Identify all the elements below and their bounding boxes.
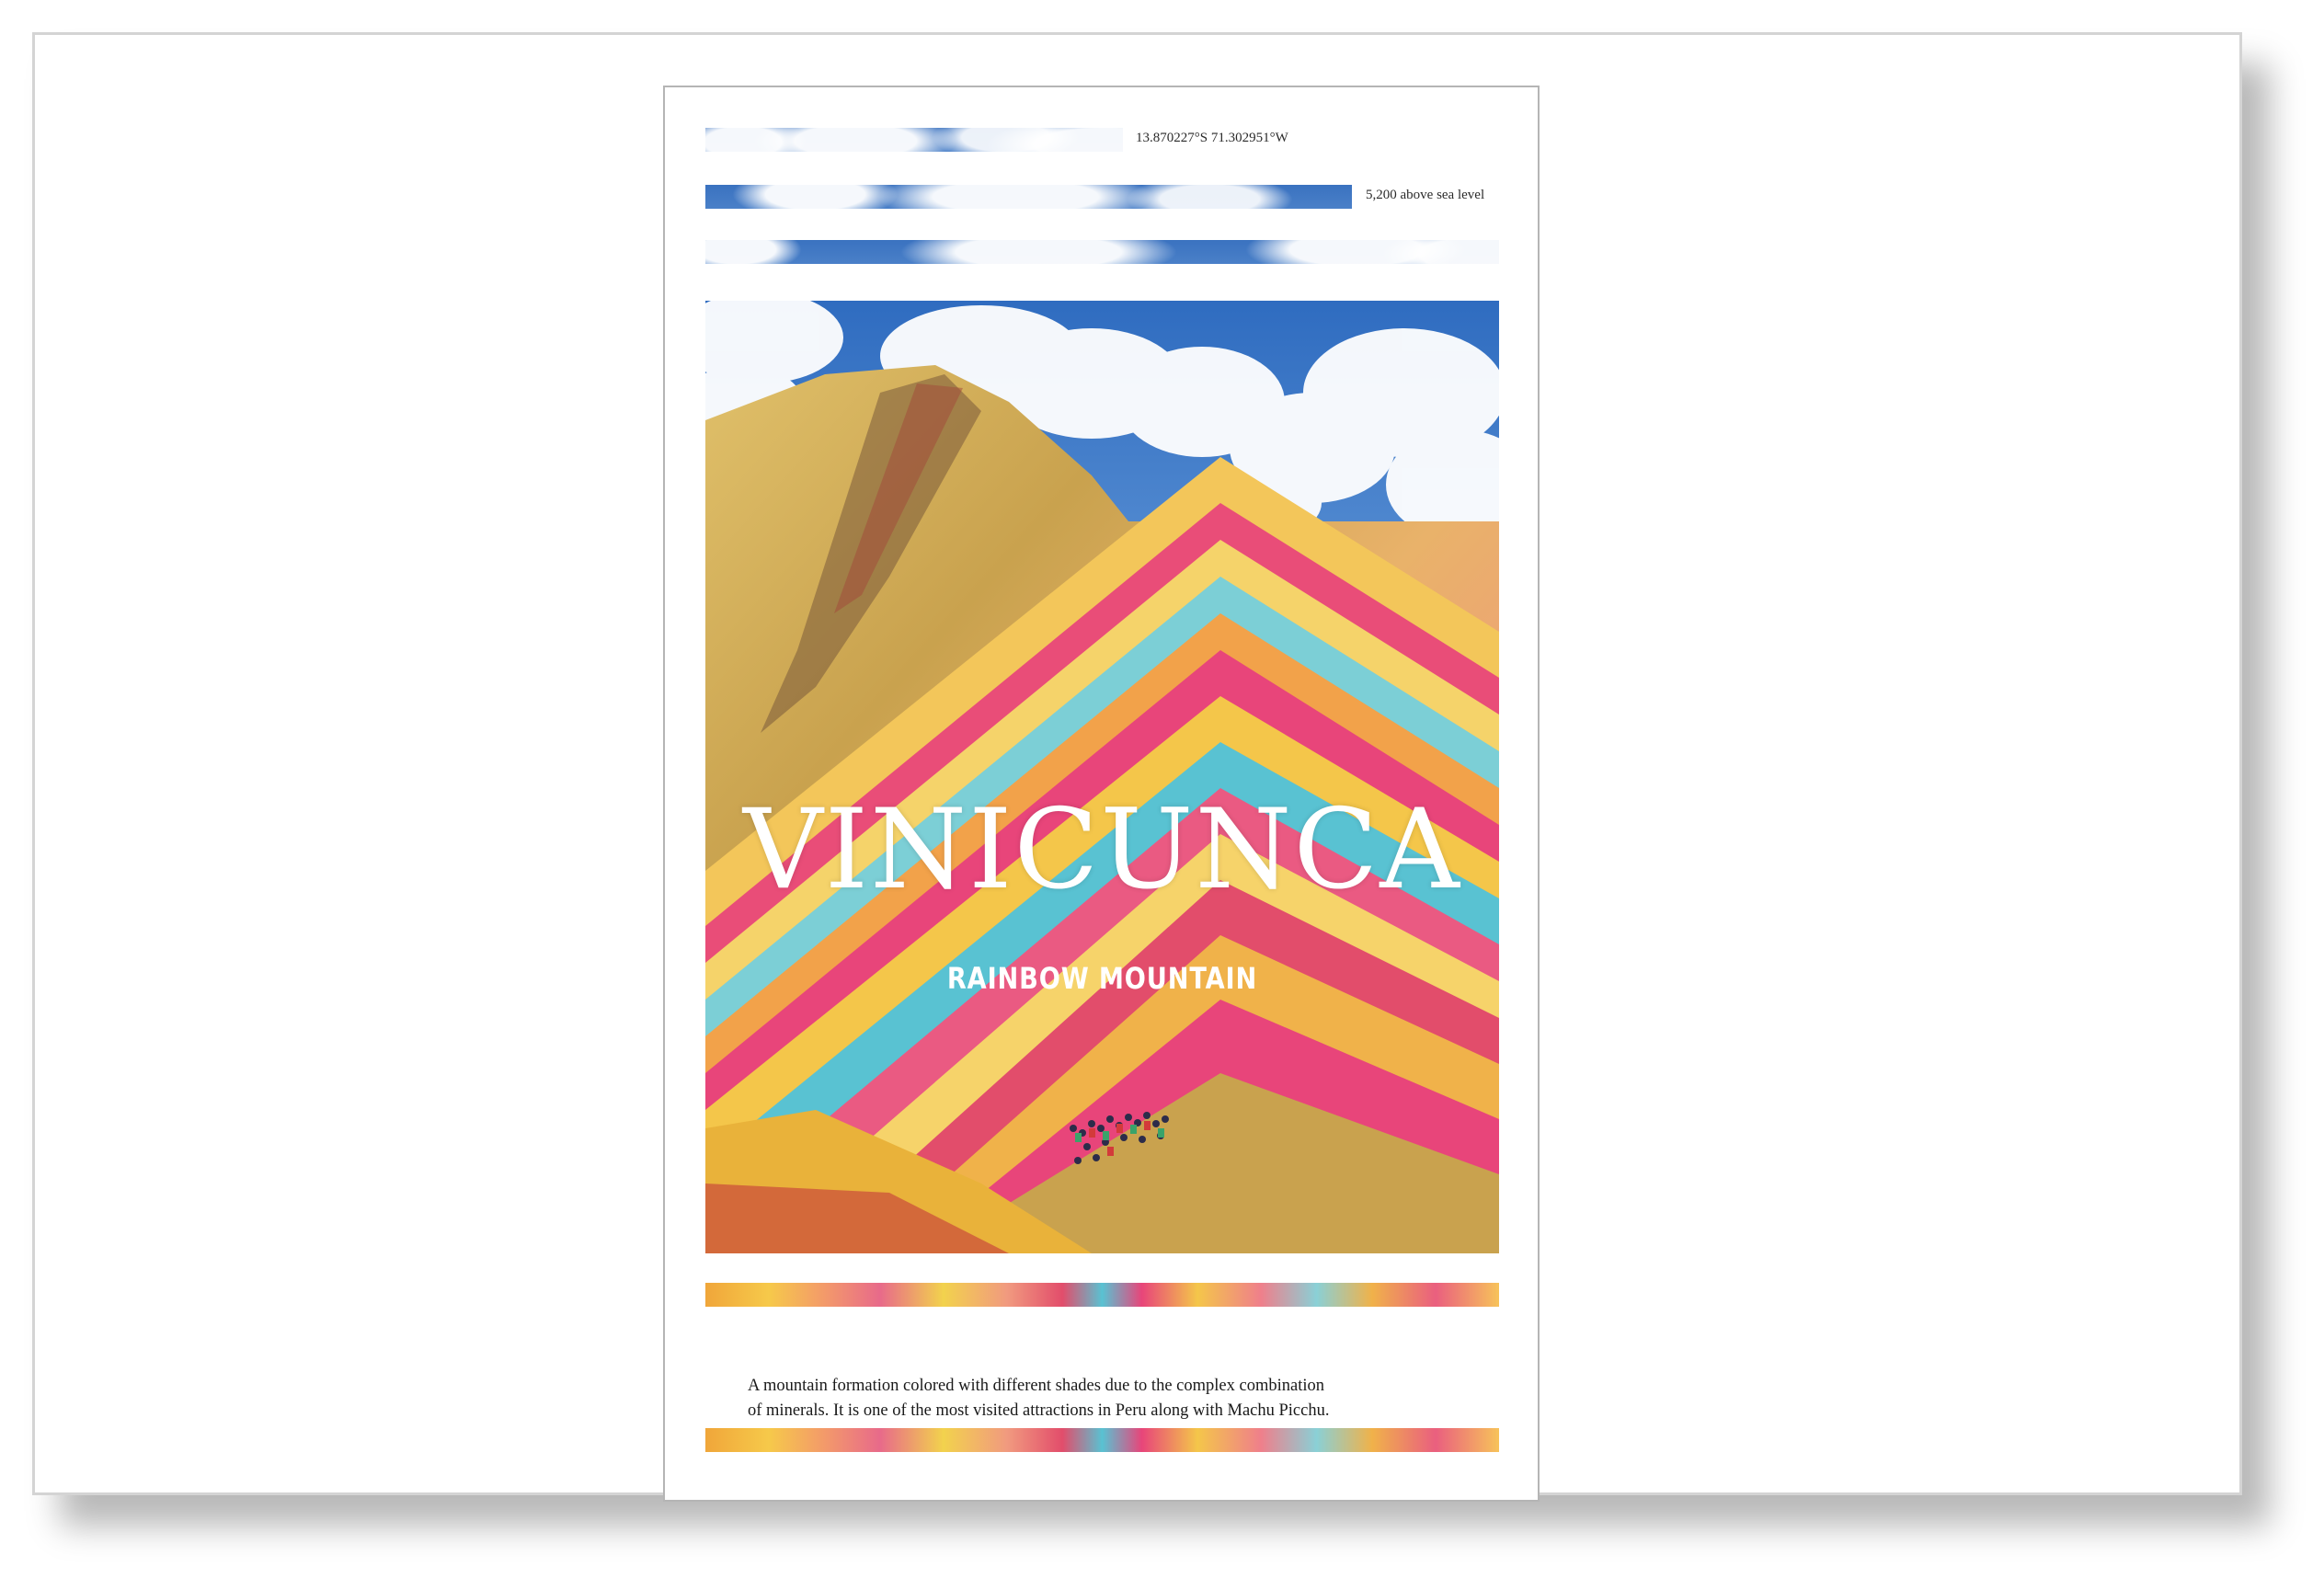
poster-subtitle: RAINBOW MOUNTAIN	[946, 961, 1258, 996]
coordinates-label: 13.870227°S 71.302951°W	[1136, 131, 1288, 145]
caption-line-2: of minerals. It is one of the most visit…	[748, 1401, 1330, 1420]
rainbow-strip-2	[705, 1428, 1499, 1452]
rainbow-strip-1	[705, 1283, 1499, 1307]
caption-line-1: A mountain formation colored with differ…	[748, 1377, 1324, 1395]
sky-strip-1	[705, 128, 1123, 152]
poster-page: 13.870227°S 71.302951°W 5,200 above sea …	[663, 86, 1540, 1502]
rainbow-mountain-photo: VINICUNCA RAINBOW MOUNTAIN	[705, 301, 1499, 1253]
sky-strip-2	[705, 185, 1352, 209]
sky-strip-3	[705, 240, 1499, 264]
poster-title: VINICUNCA	[743, 786, 1461, 914]
mountain-illustration	[705, 301, 1499, 1253]
elevation-label: 5,200 above sea level	[1366, 188, 1485, 202]
poster-caption: A mountain formation colored with differ…	[748, 1374, 1460, 1424]
